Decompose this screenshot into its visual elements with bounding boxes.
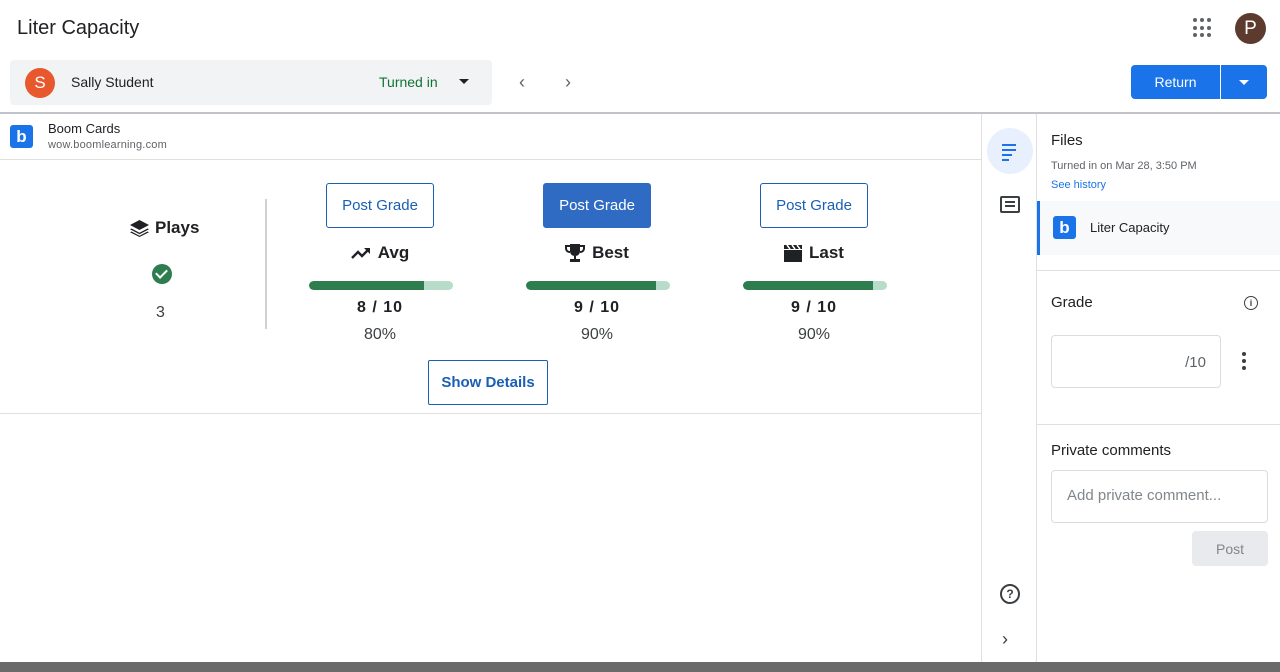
return-options-button[interactable] [1221,65,1267,99]
progress-bar-avg [309,281,453,290]
page-title: Liter Capacity [17,17,140,39]
plays-count: 3 [156,304,165,321]
taskbar-strip [0,662,1280,672]
post-grade-avg-button[interactable]: Post Grade [326,183,434,228]
stat-label-best: Best [543,243,651,263]
clapperboard-icon [784,244,803,262]
stat-label-text: Avg [377,243,410,262]
divider [0,159,981,160]
student-selector[interactable]: S Sally Student Turned in [10,60,492,105]
grade-title: Grade [1051,294,1093,311]
student-name: Sally Student [71,74,154,90]
main-content: b Boom Cards wow.boomlearning.com Plays … [0,114,981,662]
stat-percent-avg: 80% [363,326,397,343]
stat-score-avg: 8 / 10 [356,299,404,316]
boom-cards-logo: b [1053,216,1076,239]
private-comments-title: Private comments [1051,442,1172,459]
chevron-right-icon[interactable]: › [556,70,580,94]
comment-icon[interactable] [1000,196,1020,213]
caret-down-icon[interactable] [459,79,469,84]
turned-in-time: Turned in on Mar 28, 3:50 PM [1051,160,1197,172]
stat-label-avg: Avg [326,243,434,263]
file-name: Liter Capacity [1090,220,1170,235]
progress-bar-best [526,281,670,290]
files-title: Files [1051,132,1083,149]
chevron-left-icon[interactable]: ‹ [510,70,534,94]
stat-percent-best: 90% [580,326,614,343]
help-icon[interactable]: ? [1000,584,1020,604]
side-panel: Files Turned in on Mar 28, 3:50 PM See h… [1037,114,1280,662]
layers-icon [130,219,149,237]
attachment-title[interactable]: Boom Cards [48,121,120,136]
attachment-url[interactable]: wow.boomlearning.com [48,139,167,151]
plays-heading: Plays [130,218,199,238]
progress-bar-last [743,281,887,290]
return-button[interactable]: Return [1131,65,1220,99]
post-grade-last-button[interactable]: Post Grade [760,183,868,228]
progress-fill [309,281,425,290]
file-item[interactable]: b Liter Capacity [1037,201,1280,255]
post-comment-button[interactable]: Post [1192,531,1268,566]
stat-label-text: Last [809,243,844,262]
grade-denominator: /10 [1185,354,1206,371]
caret-down-icon [1239,80,1249,85]
apps-grid-icon[interactable] [1193,18,1213,38]
stat-label-last: Last [760,243,868,263]
info-icon[interactable]: i [1244,296,1258,310]
student-avatar: S [25,68,55,98]
chevron-right-icon[interactable]: › [1002,629,1008,650]
plays-label: Plays [155,218,200,237]
divider [1037,424,1280,425]
trending-up-icon [350,248,370,259]
stat-score-last: 9 / 10 [790,299,838,316]
show-details-button[interactable]: Show Details [428,360,548,405]
divider [0,413,981,414]
post-grade-best-button[interactable]: Post Grade [543,183,651,228]
boom-cards-logo: b [10,125,33,148]
side-rail: ? › [981,114,1037,662]
check-circle-icon [152,264,172,284]
files-tab-icon[interactable] [987,128,1033,174]
trophy-icon [565,244,586,262]
grade-input[interactable]: /10 [1051,335,1221,388]
progress-fill [743,281,873,290]
stat-label-text: Best [592,243,629,262]
more-vert-icon[interactable] [1242,352,1246,370]
user-avatar[interactable]: P [1235,13,1266,44]
top-bar: Liter Capacity P [0,0,1280,56]
see-history-link[interactable]: See history [1051,179,1106,191]
status-badge: Turned in [379,74,438,90]
vertical-divider [265,199,267,329]
progress-fill [526,281,656,290]
stat-percent-last: 90% [797,326,831,343]
private-comment-input[interactable]: Add private comment... [1051,470,1268,523]
divider [1037,270,1280,271]
stat-score-best: 9 / 10 [573,299,621,316]
